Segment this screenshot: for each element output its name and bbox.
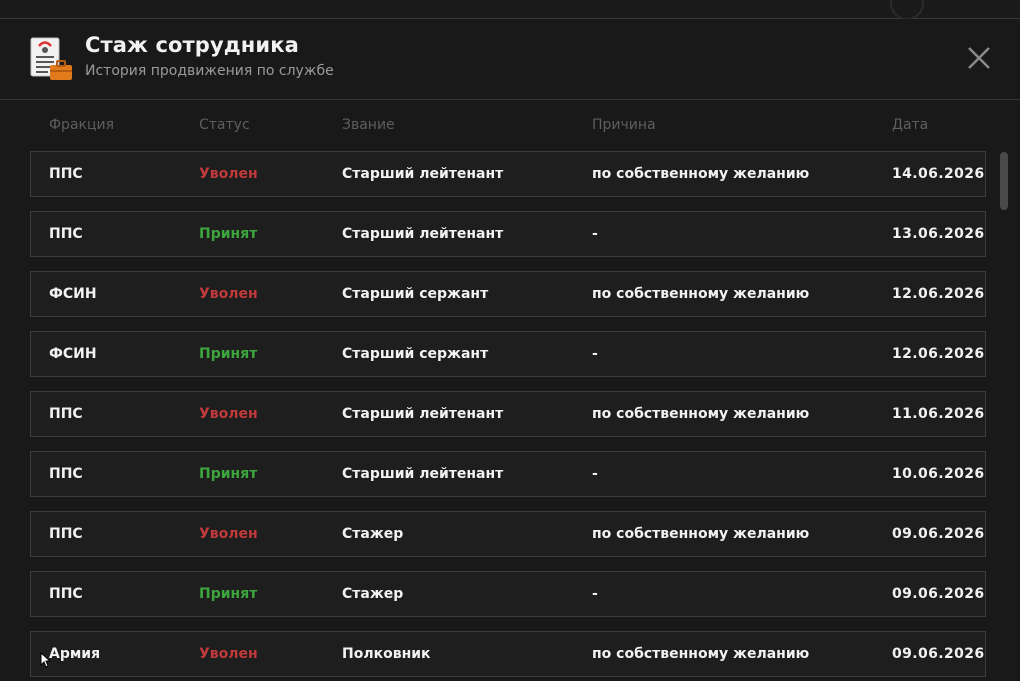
- row-date: 12.06.2026: [892, 346, 985, 362]
- row-status: Уволен: [199, 406, 258, 422]
- background-window-edge: [0, 0, 1020, 20]
- row-rank: Полковник: [342, 646, 431, 662]
- row-rank: Старший сержант: [342, 286, 489, 302]
- row-reason: -: [592, 346, 598, 362]
- row-status: Принят: [199, 466, 258, 482]
- row-status: Уволен: [199, 646, 258, 662]
- row-rank: Старший лейтенант: [342, 226, 504, 242]
- page-title: Стаж сотрудника: [85, 33, 299, 57]
- table-row[interactable]: Армия Уволен Полковник по собственному ж…: [30, 631, 986, 677]
- dialog-header: Стаж сотрудника История продвижения по с…: [0, 19, 1020, 100]
- row-rank: Стажер: [342, 526, 404, 542]
- row-reason: -: [592, 466, 598, 482]
- row-faction: ППС: [49, 406, 83, 422]
- row-faction: ППС: [49, 466, 83, 482]
- row-rank: Старший лейтенант: [342, 466, 504, 482]
- row-faction: ППС: [49, 226, 83, 242]
- row-date: 11.06.2026: [892, 406, 985, 422]
- table-row[interactable]: ППС Уволен Старший лейтенант по собствен…: [30, 151, 986, 197]
- row-faction: Армия: [49, 646, 101, 662]
- row-faction: ППС: [49, 166, 83, 182]
- row-rank: Старший лейтенант: [342, 406, 504, 422]
- row-date: 13.06.2026: [892, 226, 985, 242]
- column-header-reason: Причина: [592, 117, 656, 133]
- mouse-cursor-icon: [40, 652, 52, 668]
- row-reason: по собственному желанию: [592, 646, 810, 662]
- row-rank: Старший лейтенант: [342, 166, 504, 182]
- row-faction: ФСИН: [49, 346, 97, 362]
- row-reason: по собственному желанию: [592, 286, 810, 302]
- row-faction: ППС: [49, 586, 83, 602]
- row-status: Принят: [199, 226, 258, 242]
- row-status: Принят: [199, 586, 258, 602]
- table-row[interactable]: ППС Уволен Старший лейтенант по собствен…: [30, 391, 986, 437]
- row-reason: по собственному желанию: [592, 166, 810, 182]
- row-status: Принят: [199, 346, 258, 362]
- table-row[interactable]: ФСИН Уволен Старший сержант по собственн…: [30, 271, 986, 317]
- background-circle-icon: [890, 0, 924, 20]
- row-faction: ППС: [49, 526, 83, 542]
- row-date: 09.06.2026: [892, 646, 985, 662]
- scrollbar-thumb[interactable]: [1000, 152, 1008, 210]
- row-reason: -: [592, 226, 598, 242]
- row-reason: -: [592, 586, 598, 602]
- column-header-status: Статус: [199, 117, 250, 133]
- table-row[interactable]: ППС Принят Старший лейтенант - 13.06.202…: [30, 211, 986, 257]
- row-date: 10.06.2026: [892, 466, 985, 482]
- row-reason: по собственному желанию: [592, 526, 810, 542]
- row-status: Уволен: [199, 286, 258, 302]
- row-date: 09.06.2026: [892, 526, 985, 542]
- row-rank: Стажер: [342, 586, 404, 602]
- column-header-faction: Фракция: [49, 117, 115, 133]
- table-row[interactable]: ППС Принят Старший лейтенант - 10.06.202…: [30, 451, 986, 497]
- row-rank: Старший сержант: [342, 346, 489, 362]
- row-date: 09.06.2026: [892, 586, 985, 602]
- table-row[interactable]: ППС Принят Стажер - 09.06.2026: [30, 571, 986, 617]
- close-icon[interactable]: [964, 43, 994, 73]
- row-status: Уволен: [199, 526, 258, 542]
- row-reason: по собственному желанию: [592, 406, 810, 422]
- document-briefcase-icon: [30, 37, 72, 80]
- table-row[interactable]: ФСИН Принят Старший сержант - 12.06.2026: [30, 331, 986, 377]
- column-header-rank: Звание: [342, 117, 395, 133]
- row-status: Уволен: [199, 166, 258, 182]
- page-subtitle: История продвижения по службе: [85, 63, 334, 79]
- row-date: 14.06.2026: [892, 166, 985, 182]
- row-faction: ФСИН: [49, 286, 97, 302]
- table-row[interactable]: ППС Уволен Стажер по собственному желани…: [30, 511, 986, 557]
- column-header-date: Дата: [892, 117, 929, 133]
- row-date: 12.06.2026: [892, 286, 985, 302]
